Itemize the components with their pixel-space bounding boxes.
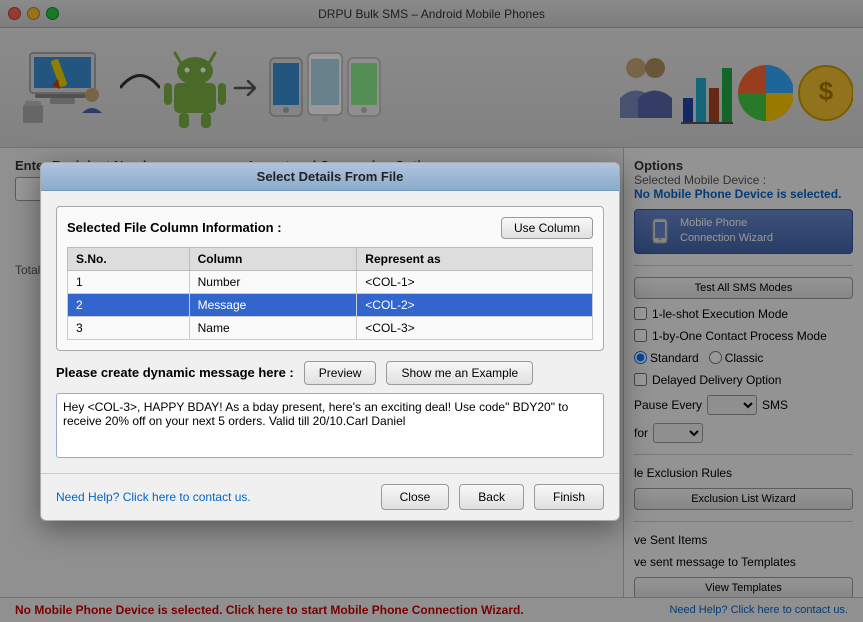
col-table-body: 1Number<COL-1>2Message<COL-2>3Name<COL-3… [68, 270, 593, 339]
table-cell-represent: <COL-3> [357, 316, 593, 339]
file-col-title: Selected File Column Information : [67, 220, 282, 235]
msg-section: Please create dynamic message here : Pre… [56, 361, 604, 458]
table-cell-column: Name [189, 316, 357, 339]
table-cell-column: Message [189, 293, 357, 316]
col-header-represent: Represent as [357, 247, 593, 270]
footer-buttons: Close Back Finish [381, 484, 604, 510]
table-row[interactable]: 3Name<COL-3> [68, 316, 593, 339]
table-header-row: S.No. Column Represent as [68, 247, 593, 270]
col-header-sno: S.No. [68, 247, 190, 270]
file-col-section: Selected File Column Information : Use C… [56, 206, 604, 351]
modal-overlay: Select Details From File Selected File C… [0, 0, 863, 622]
message-textarea[interactable] [56, 393, 604, 458]
modal-title-bar: Select Details From File [41, 163, 619, 191]
example-button[interactable]: Show me an Example [386, 361, 533, 385]
modal-footer: Need Help? Click here to contact us. Clo… [41, 473, 619, 520]
col-header-column: Column [189, 247, 357, 270]
back-button[interactable]: Back [459, 484, 524, 510]
preview-button[interactable]: Preview [304, 361, 377, 385]
column-table: S.No. Column Represent as 1Number<COL-1>… [67, 247, 593, 340]
finish-button[interactable]: Finish [534, 484, 604, 510]
use-column-button[interactable]: Use Column [501, 217, 593, 239]
close-button[interactable]: Close [381, 484, 450, 510]
table-cell-column: Number [189, 270, 357, 293]
table-row[interactable]: 1Number<COL-1> [68, 270, 593, 293]
modal: Select Details From File Selected File C… [40, 162, 620, 521]
msg-header: Please create dynamic message here : Pre… [56, 361, 604, 385]
table-cell-num: 1 [68, 270, 190, 293]
table-row[interactable]: 2Message<COL-2> [68, 293, 593, 316]
table-cell-num: 3 [68, 316, 190, 339]
table-cell-represent: <COL-1> [357, 270, 593, 293]
table-cell-num: 2 [68, 293, 190, 316]
msg-label: Please create dynamic message here : [56, 365, 294, 380]
file-col-header: Selected File Column Information : Use C… [67, 217, 593, 239]
modal-help-link[interactable]: Need Help? Click here to contact us. [56, 490, 251, 504]
modal-title: Select Details From File [257, 169, 404, 184]
modal-body: Selected File Column Information : Use C… [41, 191, 619, 473]
table-cell-represent: <COL-2> [357, 293, 593, 316]
